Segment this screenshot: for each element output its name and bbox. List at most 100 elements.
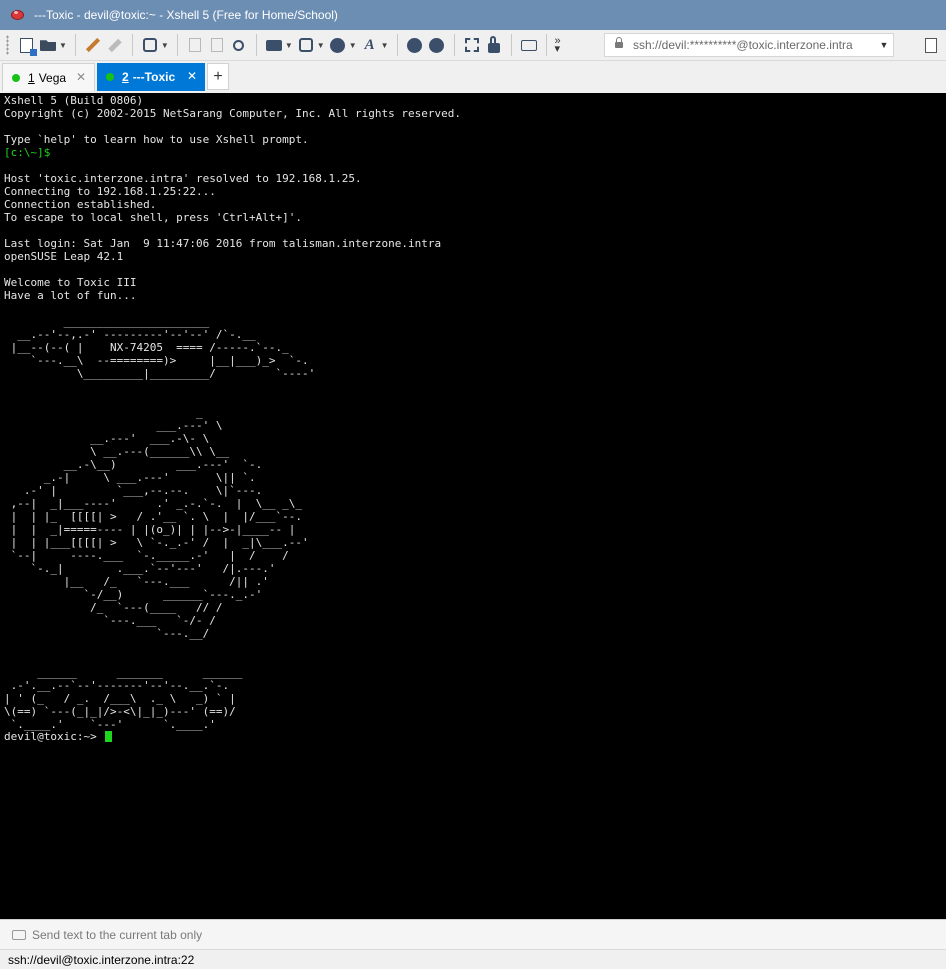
find-icon	[233, 39, 245, 51]
terminal-line: openSUSE Leap 42.1	[4, 250, 124, 263]
tab-label: ---Toxic	[132, 70, 176, 84]
more-icon: » ▾	[554, 35, 561, 55]
tab-close-icon[interactable]: ✕	[187, 69, 197, 83]
send-text-bar[interactable]: Send text to the current tab only	[0, 919, 946, 949]
properties-button[interactable]: ▼	[141, 34, 169, 56]
terminal-line: Last login: Sat Jan 9 11:47:06 2016 from…	[4, 237, 442, 250]
terminal-line: |__--(--( | NX-74205 ==== /-----.`--._	[4, 341, 289, 354]
terminal-line: | | |_ [[[[| > / .'__ `. \ | |/___`--.	[4, 510, 303, 523]
reconnect-button[interactable]	[84, 34, 102, 56]
paste-button[interactable]	[208, 34, 226, 56]
address-new-session-button[interactable]	[921, 35, 941, 55]
new-session-button[interactable]	[17, 34, 37, 56]
reconnect-icon	[85, 37, 100, 53]
terminal-line: `--| ----.___ `-._____.-' | / /	[4, 549, 289, 562]
terminal-line: _.-| \ ___.---' \|| `.	[4, 471, 256, 484]
terminal-line: |__ /_ `---.___ /|| .'	[4, 575, 269, 588]
terminal-line: | ' (_ / _. /___\ ._ \ _) ` |	[4, 692, 236, 705]
terminal-line: ______________________	[4, 315, 210, 328]
tab-toxic[interactable]: 2 ---Toxic ✕	[97, 63, 205, 91]
terminal-line: __.--'--,.-' ---------'--'--' /`-.__	[4, 328, 256, 341]
terminal-line: Copyright (c) 2002-2015 NetSarang Comput…	[4, 107, 461, 120]
terminal-line: Type `help' to learn how to use Xshell p…	[4, 133, 309, 146]
globe-icon	[330, 37, 346, 53]
xftp-button[interactable]	[406, 34, 424, 56]
toolbar-separator	[453, 34, 455, 56]
plus-icon: +	[213, 67, 223, 85]
connected-status-icon	[12, 73, 20, 82]
terminal-line: Have a lot of fun...	[4, 289, 137, 302]
tab-number: 2	[122, 70, 129, 84]
address-bar[interactable]: ssh://devil:**********@toxic.interzone.i…	[604, 33, 894, 57]
window-title: ---Toxic - devil@toxic:~ - Xshell 5 (Fre…	[34, 8, 338, 22]
xagent-button[interactable]	[428, 34, 446, 56]
copy-button[interactable]	[186, 34, 204, 56]
document-icon	[925, 37, 937, 53]
lock-icon	[487, 35, 500, 53]
keyboard-icon	[520, 39, 537, 51]
disconnect-icon	[108, 38, 122, 52]
font-icon: A	[364, 36, 375, 53]
toolbar-separator	[396, 34, 398, 56]
transfer-icon	[298, 38, 313, 52]
fullscreen-icon	[464, 38, 479, 52]
terminal-line: \(==) `---(_|_|/>-<\|_|_)---' (==)/	[4, 705, 236, 718]
terminal-line: Connecting to 192.168.1.25:22...	[4, 185, 216, 198]
fullscreen-button[interactable]	[463, 34, 481, 56]
address-text[interactable]: ssh://devil:**********@toxic.interzone.i…	[633, 38, 875, 52]
tab-close-icon[interactable]: ✕	[76, 70, 86, 84]
terminal-line: Welcome to Toxic III	[4, 276, 137, 289]
open-folder-icon	[40, 40, 56, 51]
terminal-pane[interactable]: Xshell 5 (Build 0806) Copyright (c) 2002…	[0, 93, 946, 919]
toolbar-separator	[510, 34, 512, 56]
terminal-line: .-' | `___,--.--. \|`---.	[4, 484, 263, 497]
open-session-button[interactable]: ▼	[39, 34, 67, 56]
xftp-icon	[407, 37, 423, 53]
terminal-line: `-._| .___.`--'---' /|.---.'	[4, 562, 276, 575]
address-dropdown-icon[interactable]: ▼	[875, 40, 893, 50]
terminal-line: | | |___[[[[| > \ `-._.-' / | _|\___.--'	[4, 536, 309, 549]
toolbar-overflow-button[interactable]: » ▾	[555, 34, 561, 56]
terminal-line: .-'.__.--`--'-------'--'--.__.`-.	[4, 679, 230, 692]
terminal-line: \ __.---(______\\ \__	[4, 445, 230, 458]
terminal-line: `---.__\ --========)> |__|___)_> `-.	[4, 354, 309, 367]
toolbar: ▼ ▼ ▼ ▼ ▼ A ▼ » ▾ ssh://devil:**********@t…	[0, 30, 946, 61]
print-button[interactable]: ▼	[265, 34, 293, 56]
terminal-line: `---.___ `-/- /	[4, 614, 216, 627]
encoding-button[interactable]: ▼	[329, 34, 357, 56]
terminal-line: __.---' ___.-\- \	[4, 432, 210, 445]
terminal-output[interactable]: Xshell 5 (Build 0806) Copyright (c) 2002…	[4, 94, 461, 731]
terminal-line: ______ _______ ______	[4, 666, 243, 679]
status-bar: ssh://devil@toxic.interzone.intra:22	[0, 949, 946, 969]
paste-icon	[210, 38, 223, 52]
toolbar-separator	[176, 34, 178, 56]
tab-bar: 1 Vega ✕ 2 ---Toxic ✕ +	[0, 61, 946, 92]
find-button[interactable]	[230, 34, 248, 56]
toolbar-separator	[74, 34, 76, 56]
lock-button[interactable]	[485, 34, 503, 56]
connected-status-icon	[106, 73, 114, 81]
transfer-button[interactable]: ▼	[297, 34, 325, 56]
tab-label: Vega	[38, 70, 67, 85]
terminal-line: \_________|_________/ `----'	[4, 367, 316, 380]
xagent-icon	[429, 37, 445, 53]
terminal-line: [c:\~]$	[4, 146, 51, 159]
toolbar-separator	[255, 34, 257, 56]
font-button[interactable]: A ▼	[361, 34, 389, 56]
toolbar-grip[interactable]	[6, 35, 9, 55]
title-bar: ---Toxic - devil@toxic:~ - Xshell 5 (Fre…	[0, 0, 946, 30]
terminal-line: `---.__/	[4, 627, 210, 640]
xshell-app-icon[interactable]	[10, 7, 26, 23]
terminal-line: _	[4, 406, 203, 419]
send-text-placeholder[interactable]: Send text to the current tab only	[32, 928, 202, 942]
disconnect-button[interactable]	[106, 34, 124, 56]
terminal-line: To escape to local shell, press 'Ctrl+Al…	[4, 211, 303, 224]
tab-vega[interactable]: 1 Vega ✕	[2, 63, 95, 91]
properties-icon	[142, 38, 157, 52]
terminal-cursor	[104, 731, 112, 742]
terminal-line: `-/__) ______`---._.-'	[4, 588, 263, 601]
add-tab-button[interactable]: +	[207, 63, 229, 90]
keyboard-icon	[12, 929, 26, 940]
keyboard-button[interactable]	[520, 34, 538, 56]
terminal-prompt-line[interactable]: devil@toxic:~>	[4, 730, 112, 743]
